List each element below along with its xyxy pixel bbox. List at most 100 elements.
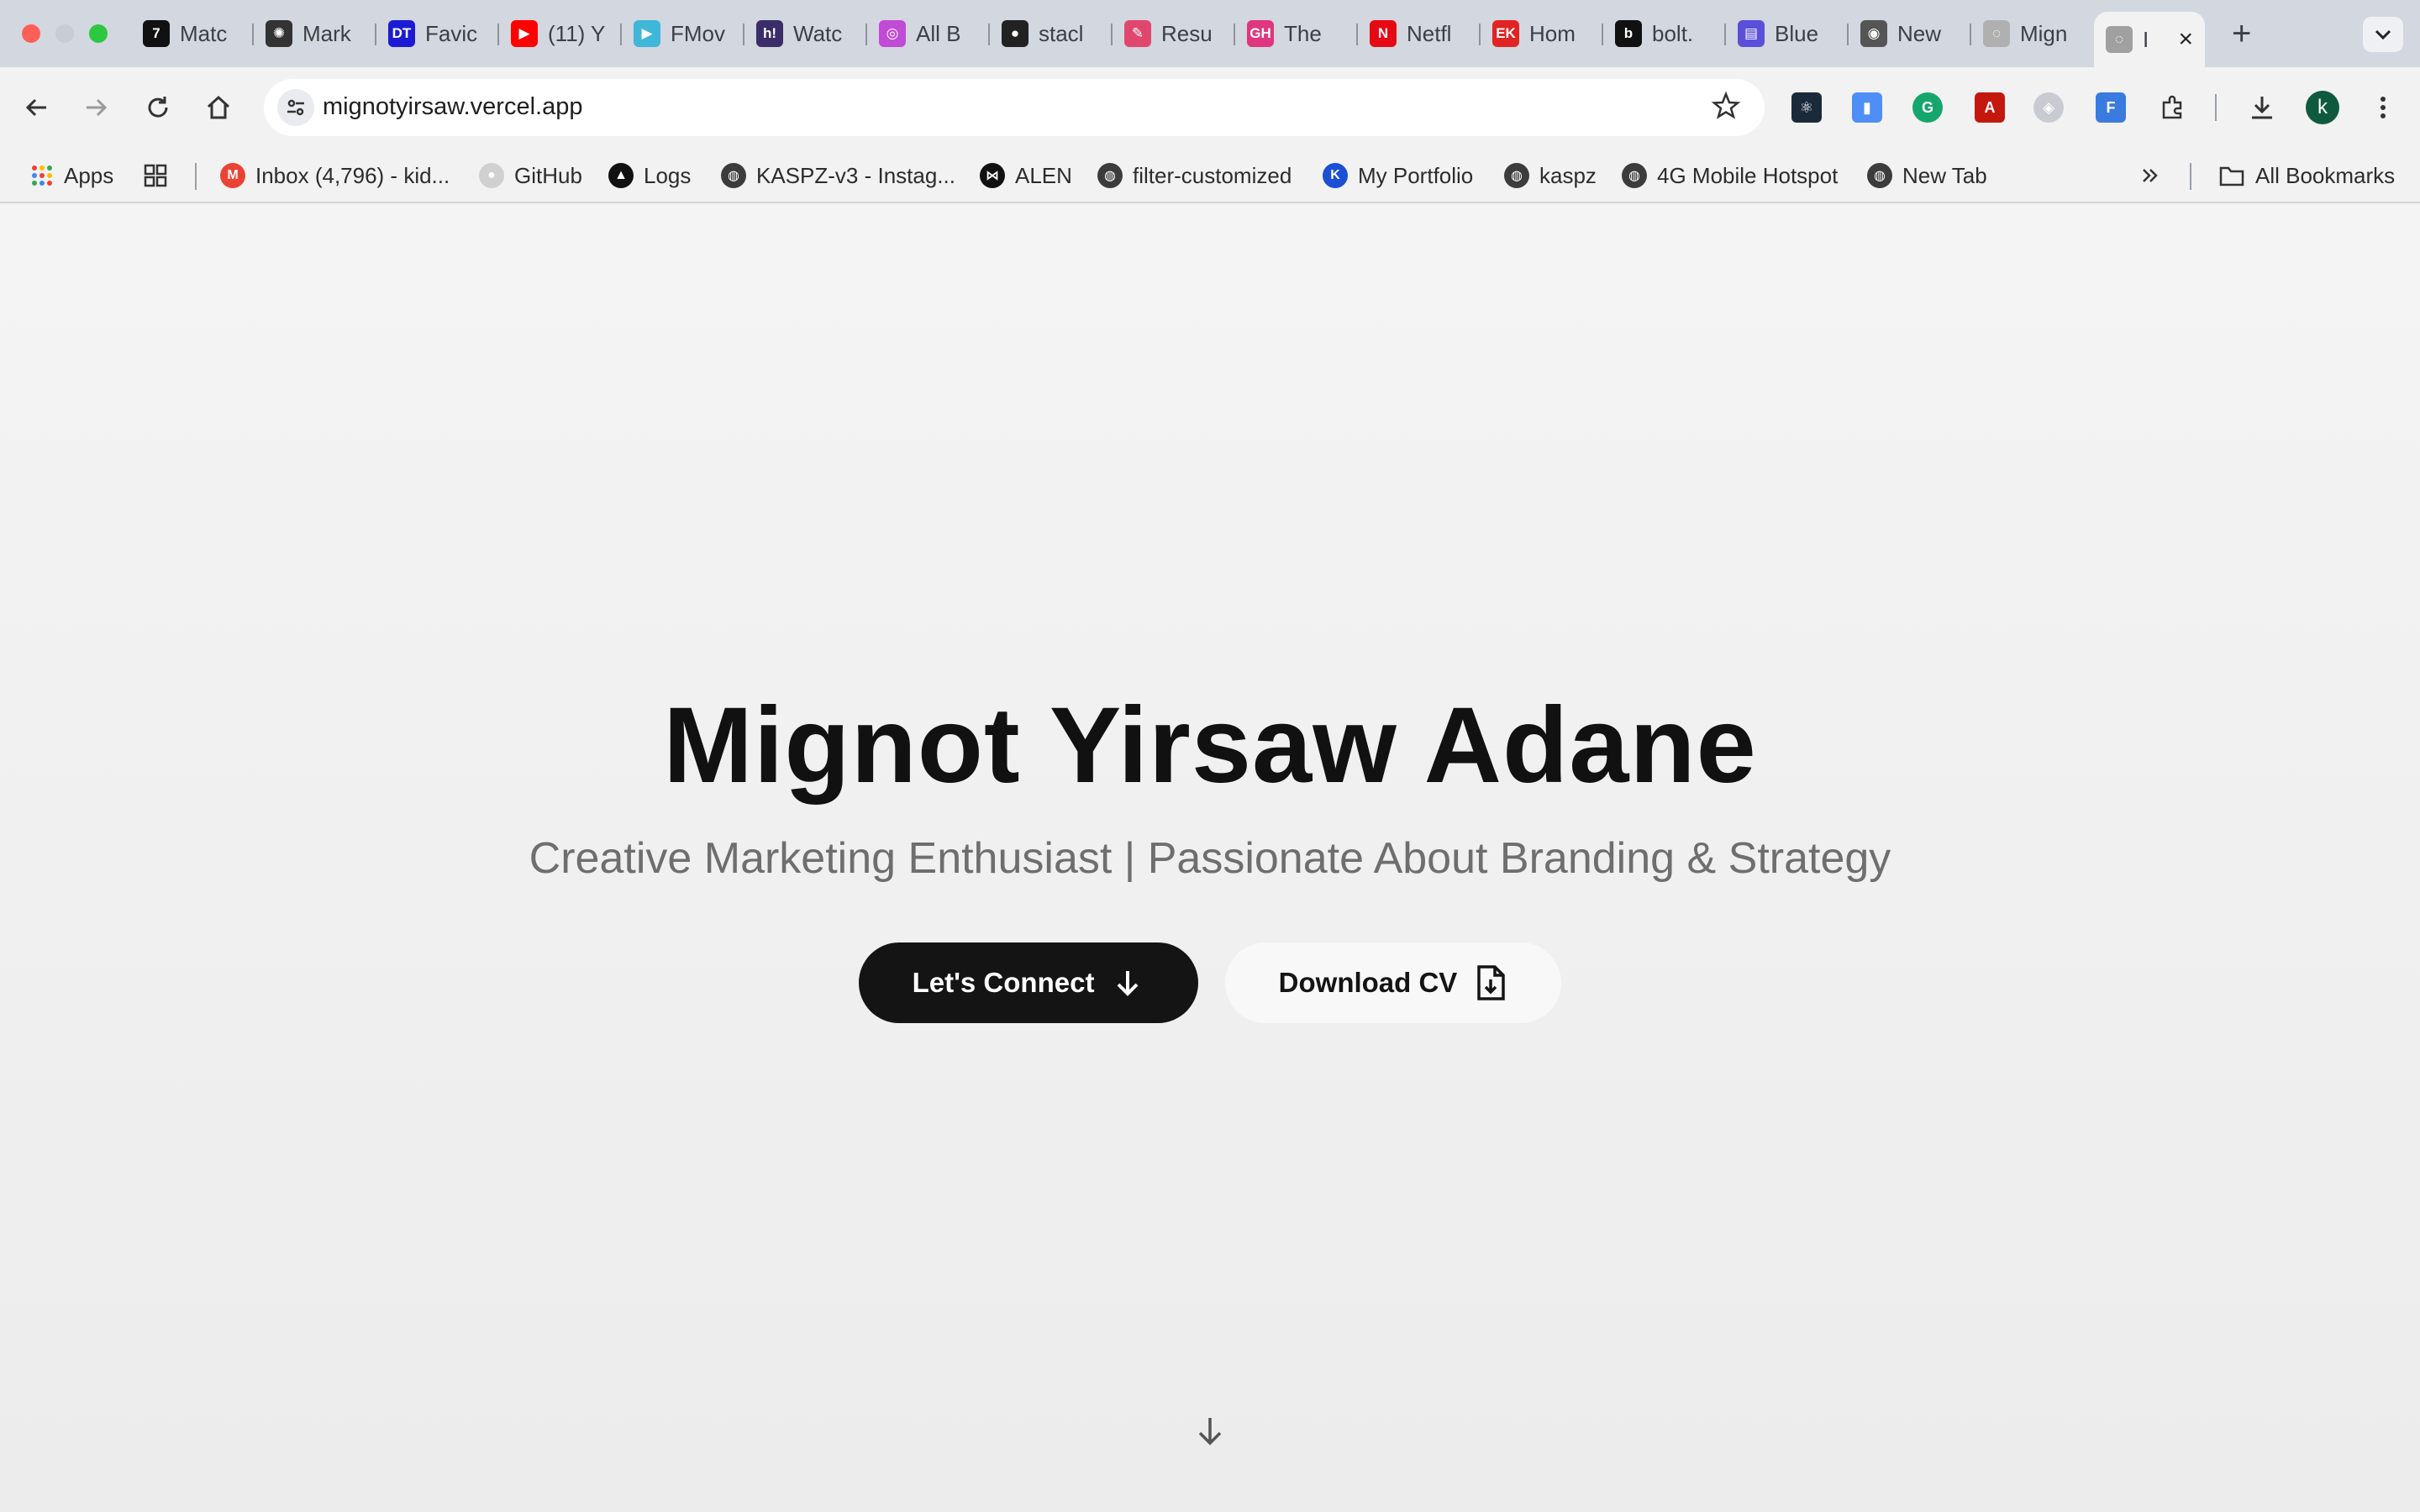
tab[interactable]: DT Favic <box>376 12 499 55</box>
bookmark-item[interactable]: ◍ filter-customized <box>1097 160 1292 192</box>
more-bookmarks-button[interactable] <box>2139 160 2161 192</box>
bookmark-item[interactable]: ▲ Logs <box>608 160 691 192</box>
gmail-icon: M <box>220 163 245 188</box>
lets-connect-button[interactable]: Let's Connect <box>859 942 1198 1023</box>
adobe-acrobat-icon[interactable]: A <box>1975 92 2005 123</box>
toolbar-divider <box>2215 94 2217 121</box>
k-icon: K <box>1323 163 1348 188</box>
globe-icon: ◍ <box>1622 163 1647 188</box>
tab[interactable]: ▶ (11) Y <box>499 12 622 55</box>
bookmark-label: 4G Mobile Hotspot <box>1657 162 1839 188</box>
bookmark-apps[interactable]: Apps <box>30 160 113 192</box>
tab-groups-button[interactable] <box>143 160 168 192</box>
bookmark-item[interactable]: ◍ New Tab <box>1867 160 1987 192</box>
tab-list: 7 Matc ✺ Mark DT Favic ▶ (11) Y ▶ FMov h! Watc ◎ All … <box>131 12 2205 67</box>
bookmarks-divider <box>2190 163 2191 190</box>
minimize-window-button[interactable] <box>55 24 74 43</box>
bookmark-label: filter-customized <box>1133 162 1292 188</box>
arc-icon: ◎ <box>879 20 906 47</box>
maximize-window-button[interactable] <box>89 24 108 43</box>
extensions-button[interactable] <box>2153 87 2193 128</box>
tab[interactable]: ● stacl <box>990 12 1113 55</box>
close-tab-icon[interactable]: × <box>2178 25 2193 54</box>
puzzle-icon <box>2162 95 2182 119</box>
download-cv-button[interactable]: Download CV <box>1225 942 1561 1023</box>
seven-icon: 7 <box>143 20 170 47</box>
grammarly-icon[interactable]: G <box>1912 92 1943 123</box>
globe-icon: ◌ <box>2106 26 2133 53</box>
chevron-down-icon <box>2375 29 2391 40</box>
bookmarks-bar: Apps M Inbox (4,796) - kid... ● GitHub ▲ Logs… <box>0 148 2420 203</box>
tab[interactable]: ▤ Blue <box>1726 12 1849 55</box>
all-bookmarks-button[interactable]: All Bookmarks <box>2218 160 2395 192</box>
tab[interactable]: ✺ Mark <box>254 12 376 55</box>
tab[interactable]: ◌ Mign <box>1971 12 2094 55</box>
grid-icon <box>144 164 167 187</box>
close-window-button[interactable] <box>22 24 40 43</box>
reload-button[interactable] <box>138 87 178 128</box>
back-button[interactable] <box>17 87 57 128</box>
chevron-double-right-icon <box>2143 169 2158 182</box>
globe-icon: ◍ <box>1504 163 1529 188</box>
bookmark-item[interactable]: ◍ kaspz <box>1504 160 1597 192</box>
tab-title: The <box>1284 20 1322 46</box>
bookmark-item[interactable]: K My Portfolio <box>1323 160 1473 192</box>
bookmark-item[interactable]: M Inbox (4,796) - kid... <box>220 160 450 192</box>
arrow-down-icon <box>1118 971 1139 996</box>
bookmark-label: Inbox (4,796) - kid... <box>255 162 450 188</box>
url-text[interactable]: mignotyirsaw.vercel.app <box>323 93 582 121</box>
tab[interactable]: ▶ FMov <box>622 12 744 55</box>
home-button[interactable] <box>198 87 239 128</box>
font-identifier-icon[interactable]: F <box>2096 92 2126 123</box>
bookmark-label: kaspz <box>1539 162 1597 188</box>
tab[interactable]: N Netfl <box>1358 12 1481 55</box>
bookmark-label: ALEN <box>1015 162 1072 188</box>
tune-icon <box>287 99 304 116</box>
bookmarks-divider <box>195 163 197 190</box>
forward-button[interactable] <box>76 87 116 128</box>
globe-icon: ◍ <box>721 163 746 188</box>
bookmark-label: Apps <box>64 162 114 188</box>
tab-title: New <box>1897 20 1942 46</box>
shield-icon[interactable]: ◈ <box>2033 92 2064 123</box>
tab-search-button[interactable] <box>2363 17 2403 52</box>
tab[interactable]: h! Watc <box>744 12 867 55</box>
more-vertical-icon <box>2381 97 2386 118</box>
bookmark-item[interactable]: ⋈ ALEN <box>980 160 1072 192</box>
tab-title: stacl <box>1039 20 1084 46</box>
tab-title: I <box>2143 26 2149 52</box>
tab[interactable]: GH The <box>1235 12 1358 55</box>
site-info-button[interactable] <box>277 89 314 126</box>
extension-blue-icon[interactable]: ▮ <box>1852 92 1882 123</box>
tab-title: Blue <box>1775 20 1819 46</box>
tab[interactable]: b bolt. <box>1603 12 1726 55</box>
tab[interactable]: ◎ All B <box>867 12 990 55</box>
apps-grid-icon <box>32 165 52 186</box>
bookmark-item[interactable]: ● GitHub <box>479 160 582 192</box>
tab[interactable]: 7 Matc <box>131 12 254 55</box>
downloads-button[interactable] <box>2242 87 2282 128</box>
bookmark-item[interactable]: ◍ KASPZ-v3 - Instag... <box>721 160 955 192</box>
openai-icon: ✺ <box>266 20 292 47</box>
bolt-icon: b <box>1615 20 1642 47</box>
tab-title: Watc <box>793 20 843 46</box>
tab-title: Netfl <box>1407 20 1452 46</box>
tab[interactable]: EK Hom <box>1481 12 1603 55</box>
bookmark-item[interactable]: ◍ 4G Mobile Hotspot <box>1622 160 1838 192</box>
new-tab-button[interactable]: + <box>2232 15 2251 52</box>
tab[interactable]: ✎ Resu <box>1113 12 1235 55</box>
browser-menu-button[interactable] <box>2363 87 2403 128</box>
profile-button[interactable]: k <box>2302 87 2343 128</box>
globe-icon: ◍ <box>1097 163 1123 188</box>
tab[interactable]: ◉ New <box>1849 12 1971 55</box>
tab[interactable]: ◌ I × <box>2094 12 2205 67</box>
chrome-icon: ◉ <box>1860 20 1887 47</box>
home-icon <box>207 95 230 119</box>
scroll-down-button[interactable] <box>1190 1411 1230 1452</box>
github-icon: ● <box>1002 20 1028 47</box>
tab-title: (11) Y <box>548 20 606 46</box>
file-download-icon <box>1477 965 1506 1000</box>
react-devtools-icon[interactable]: ⚛ <box>1791 92 1822 123</box>
bookmark-star-button[interactable] <box>1711 91 1741 125</box>
address-bar[interactable]: mignotyirsaw.vercel.app <box>264 79 1765 136</box>
